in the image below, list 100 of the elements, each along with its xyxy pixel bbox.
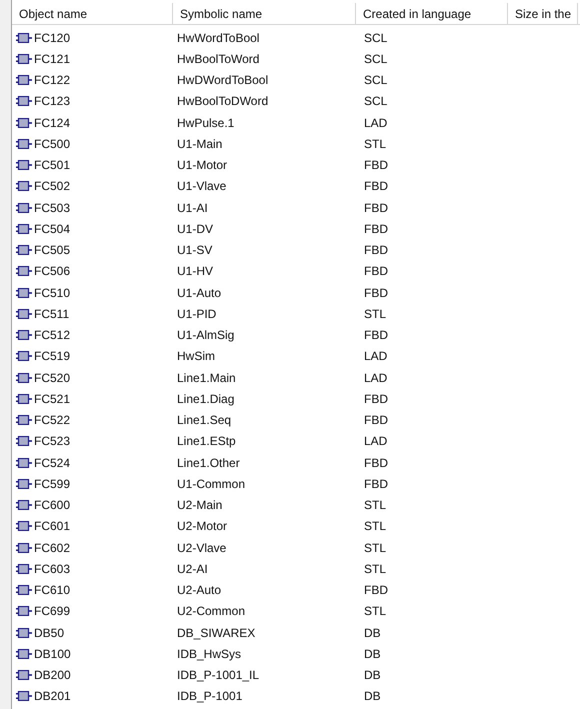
table-cell: HwBoolToWord: [177, 52, 260, 66]
table-cell-text: FC610: [34, 582, 70, 600]
table-cell: Line1.Diag: [177, 392, 234, 406]
table-cell-text: FC500: [34, 136, 70, 153]
block-icon: [16, 138, 32, 149]
table-cell-text: FC599: [34, 476, 70, 493]
table-cell-text: DB201: [34, 688, 71, 706]
table-cell: SCL: [364, 30, 388, 45]
block-icon: [16, 564, 32, 574]
table-cell: U2-Common: [177, 604, 246, 618]
table-cell: U1-SV: [177, 243, 212, 258]
table-cell-text: FC512: [34, 327, 70, 344]
table-cell: IDB_P-1001: [177, 689, 242, 704]
table-cell: IDB_P-1001_IL: [177, 668, 260, 682]
table-cell: U1-AlmSig: [177, 328, 234, 342]
block-icon: [16, 521, 32, 532]
table-cell: STL: [364, 540, 386, 555]
table-cell-text: FC501: [34, 157, 70, 174]
table-cell-text: FC520: [34, 370, 70, 387]
table-cell: LAD: [364, 349, 388, 364]
block-icon: [16, 691, 32, 702]
block-icon: [16, 266, 32, 276]
table-cell: FBD: [364, 413, 388, 428]
table-cell-text: FC602: [34, 540, 70, 557]
block-icon: [16, 606, 32, 616]
block-icon: [16, 648, 32, 659]
block-icon: [16, 224, 32, 234]
table-cell-text: FC523: [34, 433, 70, 450]
table-cell: STL: [364, 562, 386, 576]
table-cell: U1-Auto: [177, 286, 222, 300]
table-cell-text: FC522: [34, 412, 70, 430]
table-cell-text: FC503: [34, 200, 70, 217]
block-icon: [16, 202, 32, 213]
table-cell: U2-AI: [177, 562, 208, 576]
block-icon: [16, 628, 32, 638]
table-cell-text: FC511: [34, 306, 70, 323]
table-cell: U2-Vlave: [177, 540, 226, 555]
table-cell-text: FC124: [34, 114, 70, 132]
table-cell-text: DB200: [34, 667, 71, 684]
table-cell-text: FC521: [34, 390, 70, 408]
table-cell: HwWordToBool: [177, 30, 260, 45]
table-cell: U1-Common: [177, 476, 246, 491]
table-cell-text: FC123: [34, 93, 70, 110]
table-cell: DB: [364, 646, 381, 661]
block-icon: [16, 394, 32, 404]
table-cell-text: FC699: [34, 603, 70, 620]
table-cell: DB_SIWAREX: [177, 626, 256, 640]
table-cell-text: FC519: [34, 348, 70, 366]
table-cell: STL: [364, 136, 386, 151]
table-cell: U2-Auto: [177, 583, 222, 598]
table-cell: FBD: [364, 286, 388, 300]
block-icon: [16, 181, 32, 192]
table-cell-text: FC510: [34, 284, 70, 302]
table-cell: Line1.Main: [177, 370, 236, 385]
table-cell-text: FC601: [34, 518, 70, 536]
table-cell: IDB_HwSys: [177, 646, 242, 661]
table-cell: STL: [364, 498, 386, 512]
table-cell: U2-Main: [177, 498, 222, 512]
table-cell: STL: [364, 519, 386, 534]
block-icon: [16, 585, 32, 596]
table-cell: STL: [364, 306, 386, 321]
table-cell-text: FC121: [34, 50, 70, 68]
block-icon: [16, 351, 32, 362]
table-cell: FBD: [364, 179, 388, 194]
block-icon: [16, 478, 32, 489]
table-cell: SCL: [364, 94, 388, 108]
block-icon: [16, 160, 32, 170]
table-cell: U1-PID: [177, 306, 216, 321]
block-icon: [16, 500, 32, 510]
table-cell: HwBoolToDWord: [177, 94, 268, 108]
table-cell-text: FC122: [34, 72, 70, 90]
table-cell: DB: [364, 668, 381, 682]
table-cell: U1-DV: [177, 222, 214, 236]
table-cell-text: FC505: [34, 242, 70, 260]
table-cell-text: DB100: [34, 646, 71, 663]
table-cell: LAD: [364, 116, 388, 130]
table-cell-text: FC502: [34, 178, 70, 196]
table-cell: SCL: [364, 52, 388, 66]
block-icon: [16, 245, 32, 256]
table-cell: Line1.EStp: [177, 434, 236, 448]
table-cell: HwDWordToBool: [177, 73, 268, 88]
table-cell-text: FC506: [34, 263, 70, 280]
table-cell: U1-HV: [177, 264, 214, 278]
block-icon: [16, 436, 32, 446]
table-cell-text: FC504: [34, 220, 70, 238]
block-icon: [16, 288, 32, 298]
block-icon: [16, 118, 32, 128]
table-cell: FBD: [364, 158, 388, 172]
table-cell-text: FC524: [34, 454, 70, 472]
table-cell: Line1.Seq: [177, 413, 232, 428]
table-cell: DB: [364, 689, 381, 704]
block-icon: [16, 54, 32, 64]
table-cell-text: FC600: [34, 497, 70, 514]
table-cell: HwPulse.1: [177, 116, 234, 130]
block-icon: [16, 308, 32, 319]
table-cell: LAD: [364, 370, 388, 385]
block-icon: [16, 96, 32, 106]
block-icon: [16, 458, 32, 468]
block-icon: [16, 32, 32, 43]
table-cell: HwSim: [177, 349, 215, 364]
